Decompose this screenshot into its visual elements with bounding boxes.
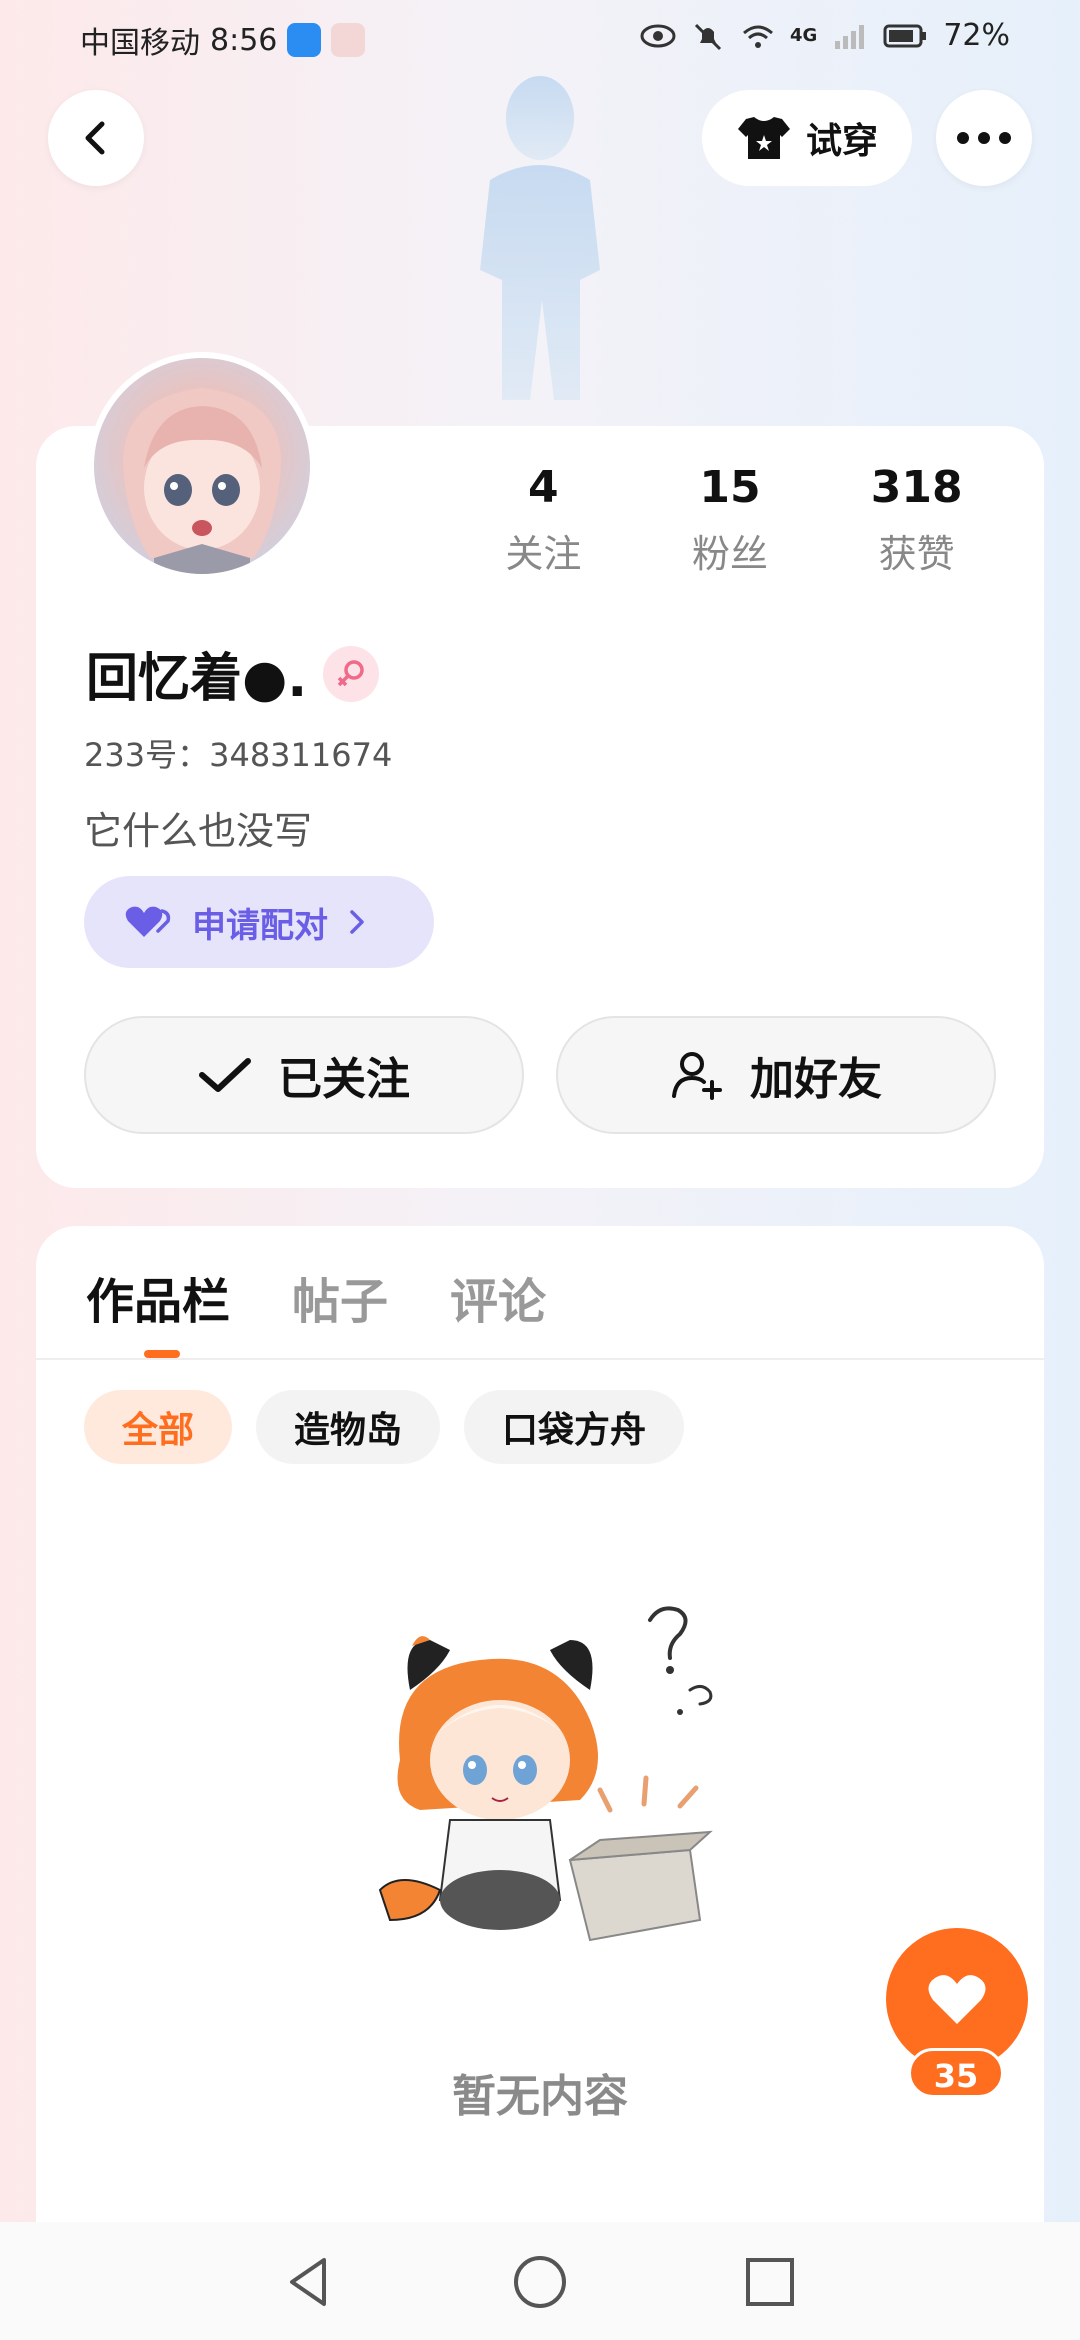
tab-posts[interactable]: 帖子 bbox=[292, 1262, 388, 1332]
gender-badge bbox=[323, 645, 380, 702]
add-user-icon bbox=[672, 1052, 722, 1100]
time-label: 8:56 bbox=[210, 22, 278, 58]
add-friend-button[interactable]: 加好友 bbox=[556, 1016, 996, 1134]
chevron-right-icon bbox=[350, 910, 364, 934]
stat-likes[interactable]: 318 获赞 bbox=[823, 462, 1010, 578]
stat-following[interactable]: 4 关注 bbox=[450, 462, 637, 578]
bio-text: 它什么也没写 bbox=[84, 809, 313, 853]
status-right: 4G 72% bbox=[640, 18, 1010, 53]
more-button[interactable] bbox=[936, 90, 1032, 186]
weather-app-icon bbox=[287, 23, 322, 57]
stat-value: 15 bbox=[699, 462, 761, 513]
signal-icon bbox=[835, 24, 865, 49]
filter-all[interactable]: 全部 bbox=[84, 1390, 233, 1464]
tab-bar: 作品栏 帖子 评论 bbox=[86, 1262, 546, 1332]
nav-back-icon[interactable] bbox=[280, 2252, 340, 2312]
try-on-label: 试穿 bbox=[805, 121, 878, 162]
battery-icon bbox=[883, 24, 927, 47]
stat-value: 318 bbox=[870, 462, 963, 513]
nav-recents-icon[interactable] bbox=[740, 2252, 800, 2312]
stats-row: 4 关注 15 粉丝 318 获赞 bbox=[450, 462, 1010, 578]
nav-home-icon[interactable] bbox=[510, 2252, 570, 2312]
active-tab-indicator bbox=[144, 1350, 180, 1358]
username-row: 回忆着●. bbox=[86, 636, 380, 711]
stat-followers[interactable]: 15 粉丝 bbox=[637, 462, 824, 578]
following-button[interactable]: 已关注 bbox=[84, 1016, 524, 1134]
avatar-figure-preview bbox=[480, 76, 600, 400]
system-nav-bar bbox=[0, 2222, 1080, 2340]
female-icon bbox=[337, 659, 364, 686]
back-button[interactable] bbox=[48, 90, 144, 186]
tab-works[interactable]: 作品栏 bbox=[86, 1262, 230, 1332]
chevron-left-icon bbox=[85, 121, 105, 155]
uid-label: 233号： bbox=[84, 736, 210, 774]
filter-pocket-ark[interactable]: 口袋方舟 bbox=[464, 1390, 685, 1464]
try-on-button[interactable]: 试穿 bbox=[702, 90, 912, 186]
empty-state-illustration bbox=[378, 1606, 713, 1942]
wifi-icon bbox=[743, 25, 773, 48]
following-label: 已关注 bbox=[278, 1054, 410, 1105]
apply-pair-button[interactable]: 申请配对 bbox=[84, 876, 434, 968]
shirt-icon bbox=[737, 117, 790, 159]
filter-chips: 全部 造物岛 口袋方舟 bbox=[84, 1390, 685, 1464]
stat-label: 关注 bbox=[505, 532, 582, 576]
double-heart-icon bbox=[125, 906, 171, 937]
battery-label: 72% bbox=[943, 18, 1010, 53]
apply-pair-label: 申请配对 bbox=[192, 905, 328, 946]
uid-line: 233号：348311674 bbox=[84, 730, 392, 776]
stat-label: 获赞 bbox=[878, 532, 955, 576]
uid-value: 348311674 bbox=[209, 736, 393, 774]
eye-icon bbox=[640, 24, 676, 47]
filter-creation-island[interactable]: 造物岛 bbox=[256, 1390, 441, 1464]
add-friend-label: 加好友 bbox=[750, 1054, 882, 1105]
status-left: 中国移动 8:56 bbox=[80, 18, 366, 62]
bell-muted-icon bbox=[694, 23, 722, 50]
heart-icon bbox=[928, 1975, 986, 2024]
username: 回忆着●. bbox=[86, 649, 308, 709]
stat-value: 4 bbox=[528, 462, 559, 513]
calendar-app-icon bbox=[331, 23, 366, 57]
avatar-image bbox=[122, 388, 282, 574]
tab-comments[interactable]: 评论 bbox=[450, 1262, 546, 1332]
carrier-label: 中国移动 bbox=[80, 26, 200, 61]
status-bar: 中国移动 8:56 4G 72% bbox=[0, 0, 1080, 80]
tabs-divider bbox=[36, 1358, 1044, 1360]
network-label: 4G bbox=[790, 25, 818, 46]
like-count-badge: 35 bbox=[908, 2048, 1004, 2098]
avatar[interactable] bbox=[88, 352, 316, 580]
stat-label: 粉丝 bbox=[692, 532, 769, 576]
ellipsis-icon bbox=[957, 132, 1011, 144]
check-icon bbox=[199, 1058, 251, 1092]
